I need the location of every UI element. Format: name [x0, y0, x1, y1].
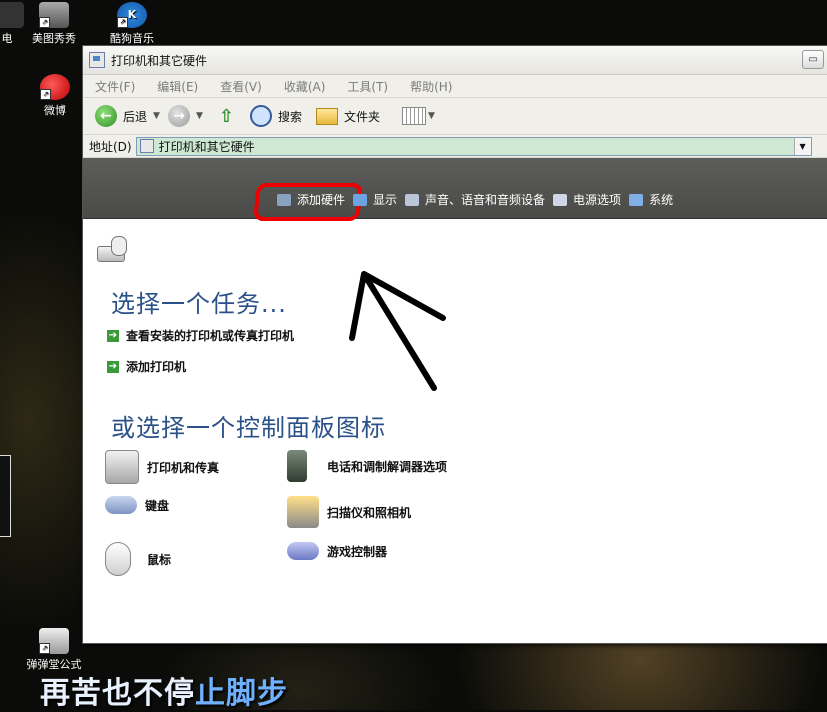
control-panel-icon [89, 52, 105, 68]
cp-mouse[interactable]: 鼠标 [105, 542, 171, 576]
search-button[interactable]: 搜索 [278, 108, 302, 125]
printer-mouse-icon [95, 236, 127, 264]
menu-bar: 文件(F) 编辑(E) 查看(V) 收藏(A) 工具(T) 帮助(H) [83, 75, 827, 98]
phone-modem-icon [287, 450, 307, 482]
title-bar[interactable]: 打印机和其它硬件 ▭ [83, 46, 827, 75]
weibo-icon: ↗ [40, 74, 70, 100]
desktop-icon-meitu[interactable]: ↗ 美图秀秀 [28, 2, 80, 46]
menu-help[interactable]: 帮助(H) [410, 78, 452, 95]
view-icon[interactable] [401, 107, 426, 125]
folders-button[interactable]: 文件夹 [344, 108, 380, 125]
address-bar: 地址(D) 打印机和其它硬件 ▼ [83, 135, 827, 158]
back-button[interactable]: 后退 [123, 108, 147, 125]
link-system[interactable]: 系统 [629, 191, 673, 208]
cp-game-controllers[interactable]: 游戏控制器 [287, 542, 387, 560]
power-icon [553, 193, 568, 206]
see-also-bar: 添加硬件 显示 声音、语音和音频设备 电源选项 系统 [83, 158, 827, 221]
explorer-window[interactable]: 打印机和其它硬件 ▭ 文件(F) 编辑(E) 查看(V) 收藏(A) 工具(T)… [82, 45, 827, 644]
back-dropdown-icon[interactable]: ▼ [153, 111, 160, 121]
address-dropdown-icon[interactable]: ▼ [793, 137, 811, 155]
desktop-side-panel [0, 455, 11, 537]
toolbar: ← 后退 ▼ → ▼ ⇧ 搜索 文件夹 ▼ [83, 98, 827, 135]
link-add-hardware[interactable]: 添加硬件 [277, 191, 345, 208]
desktop-icon-weibo[interactable]: ↗ 微博 [36, 74, 74, 118]
ddt-icon: ↗ [39, 628, 69, 654]
menu-tools[interactable]: 工具(T) [347, 78, 388, 95]
content-pane: 选择一个任务... ➔ 查看安装的打印机或传真打印机 ➔ 添加打印机 或选择一个… [83, 222, 827, 642]
green-arrow-icon: ➔ [107, 360, 119, 373]
pick-icon-heading: 或选择一个控制面板图标 [111, 414, 386, 442]
scanner-camera-icon [287, 496, 319, 528]
control-panel-icon [139, 139, 154, 153]
task-add-printer[interactable]: ➔ 添加打印机 [107, 358, 186, 375]
game-controller-icon [287, 542, 319, 560]
system-icon [629, 193, 644, 206]
forward-arrow-icon[interactable]: → [167, 105, 190, 127]
menu-edit[interactable]: 编辑(E) [157, 78, 198, 95]
window-title: 打印机和其它硬件 [111, 53, 208, 68]
keyboard-icon [105, 496, 137, 514]
task-view-printers[interactable]: ➔ 查看安装的打印机或传真打印机 [107, 327, 294, 344]
desktop-icon-ddt[interactable]: ↗ 弹弹堂公式 [22, 628, 86, 672]
link-sound[interactable]: 声音、语音和音频设备 [405, 191, 545, 208]
pick-task-heading: 选择一个任务... [111, 290, 287, 318]
desktop-icon-partial[interactable]: 电 [0, 2, 24, 46]
app-icon [0, 2, 24, 28]
view-dropdown-icon[interactable]: ▼ [428, 111, 435, 121]
desktop-icon-kugou[interactable]: K ↗ 酷狗音乐 [104, 2, 160, 46]
search-icon[interactable] [249, 105, 272, 127]
link-power-options[interactable]: 电源选项 [553, 191, 621, 208]
address-label: 地址(D) [89, 139, 132, 154]
link-display[interactable]: 显示 [353, 191, 397, 208]
cp-scanners-cameras[interactable]: 扫描仪和照相机 [287, 496, 411, 528]
minimize-button[interactable]: ▭ [802, 50, 824, 69]
display-icon [353, 193, 368, 206]
printer-icon [105, 450, 139, 484]
menu-file[interactable]: 文件(F) [95, 78, 135, 95]
address-value: 打印机和其它硬件 [158, 139, 255, 154]
cp-printers-faxes[interactable]: 打印机和传真 [105, 450, 219, 484]
cp-phone-modem[interactable]: 电话和调制解调器选项 [287, 450, 447, 482]
cp-keyboard[interactable]: 键盘 [105, 496, 169, 514]
menu-favorites[interactable]: 收藏(A) [284, 78, 326, 95]
wallpaper-slogan: 再苦也不停止脚步 [40, 676, 288, 711]
add-hardware-icon [277, 193, 291, 206]
sound-icon [405, 193, 420, 206]
up-folder-icon[interactable]: ⇧ [219, 106, 234, 127]
back-arrow-icon[interactable]: ← [95, 105, 117, 127]
green-arrow-icon: ➔ [107, 329, 119, 342]
mouse-icon [105, 542, 131, 576]
folder-icon[interactable] [315, 107, 338, 125]
address-field[interactable]: 打印机和其它硬件 ▼ [135, 136, 812, 156]
forward-dropdown-icon[interactable]: ▼ [196, 111, 203, 121]
kugou-icon: K ↗ [117, 2, 147, 28]
meitu-icon: ↗ [39, 2, 69, 28]
menu-view[interactable]: 查看(V) [220, 78, 262, 95]
